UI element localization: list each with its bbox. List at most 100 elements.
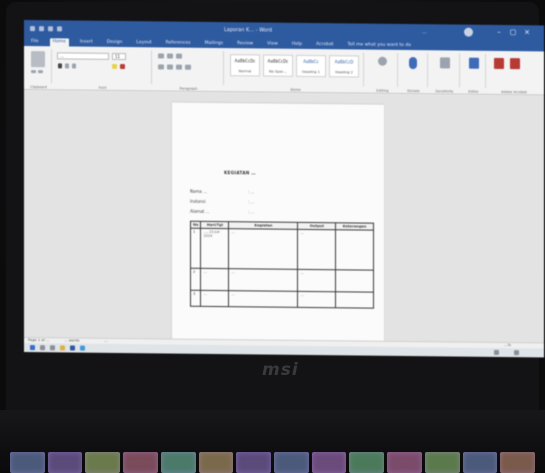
cell-note — [335, 229, 374, 271]
microphone-icon[interactable] — [409, 57, 417, 70]
share-pdf-icon[interactable] — [510, 58, 520, 70]
style-no-spacing[interactable]: AaBbCcDc No Spac… — [263, 54, 293, 77]
style-heading-2[interactable]: AaBbCcD Heading 2 — [329, 55, 359, 78]
tab-help[interactable]: Help — [289, 41, 305, 49]
field-value: : … — [248, 189, 255, 195]
cell-date: … — [200, 290, 229, 307]
cell-activity: … — [228, 290, 298, 308]
system-tray-icon[interactable] — [494, 349, 499, 355]
brand-logo: msi — [262, 360, 299, 380]
bullets-icon[interactable] — [158, 53, 164, 59]
style-name: No Spac… — [269, 69, 287, 74]
tab-design[interactable]: Design — [104, 39, 126, 47]
acrobat-group: Adobe Acrobat — [488, 54, 540, 94]
close-button[interactable]: × — [522, 28, 532, 37]
field-label: Alamat … — [190, 208, 210, 214]
table-row: 1 …, 23 Juli 2024 … … — [190, 228, 374, 271]
task-view-icon[interactable] — [50, 345, 55, 351]
photo-of-laptop: Laporan K… - Word … – ▢ × File Home Inse… — [0, 0, 545, 473]
clock-icon[interactable] — [514, 350, 519, 356]
tab-mailings[interactable]: Mailings — [202, 40, 226, 48]
tab-insert[interactable]: Insert — [77, 39, 96, 47]
keyboard-key — [236, 452, 272, 473]
cell-output: … — [297, 269, 336, 292]
keyboard-key — [160, 452, 196, 473]
document-canvas[interactable]: KEGIATAN … Nama … : … Instansi : … Alama… — [24, 91, 544, 345]
find-icon[interactable] — [378, 56, 387, 66]
maximize-button[interactable]: ▢ — [508, 28, 518, 37]
highlight-icon[interactable] — [112, 63, 117, 69]
group-label: Sensitivity — [435, 89, 454, 94]
font-color-icon[interactable] — [120, 64, 125, 70]
account-name[interactable]: … — [422, 29, 427, 35]
keyboard-key — [85, 452, 121, 473]
field-label: Nama … — [190, 188, 208, 194]
multilevel-list-icon[interactable] — [176, 53, 182, 59]
word-count[interactable]: … words — [64, 338, 79, 342]
underline-icon[interactable] — [72, 63, 76, 69]
search-icon[interactable] — [40, 345, 45, 351]
group-label: Paragraph — [179, 86, 198, 91]
file-explorer-icon[interactable] — [60, 345, 65, 351]
keyboard-key — [349, 452, 385, 473]
bold-icon[interactable] — [58, 63, 62, 69]
cell-no: 2 — [190, 268, 201, 291]
cell-note — [335, 291, 374, 309]
activity-table: No Hari/Tgl Kegiatan Output Keterangan 1… — [190, 221, 374, 309]
font-name-select[interactable]: … — [57, 52, 109, 60]
group-label: Editor — [468, 89, 479, 94]
tab-review[interactable]: Review — [234, 40, 256, 48]
keyboard-key — [387, 452, 422, 473]
word-app-icon[interactable] — [70, 345, 75, 351]
tab-view[interactable]: View — [264, 41, 281, 49]
font-size-select[interactable]: 11 — [112, 52, 126, 61]
document-title: Laporan K… - Word — [224, 27, 273, 34]
minimize-button[interactable]: – — [494, 28, 504, 37]
align-right-icon[interactable] — [176, 64, 182, 70]
save-icon[interactable] — [39, 25, 44, 31]
cell-no: 1 — [190, 228, 201, 269]
align-center-icon[interactable] — [167, 64, 173, 70]
cut-icon[interactable] — [31, 70, 36, 74]
tab-home[interactable]: Home — [49, 38, 69, 47]
language-indicator[interactable]: … — [104, 339, 108, 343]
document-page[interactable]: KEGIATAN … Nama … : … Instansi : … Alama… — [172, 102, 384, 345]
field-value: : … — [248, 209, 255, 215]
keyboard-key — [274, 452, 309, 473]
tab-layout[interactable]: Layout — [133, 39, 154, 47]
keyboard-key — [311, 452, 347, 473]
copy-icon[interactable] — [38, 70, 43, 74]
redo-icon[interactable] — [57, 25, 62, 31]
undo-icon[interactable] — [48, 25, 53, 31]
numbering-icon[interactable] — [167, 53, 173, 59]
editor-icon[interactable] — [469, 57, 479, 69]
keyboard-key — [47, 452, 83, 473]
keyboard-key — [424, 452, 460, 473]
italic-icon[interactable] — [65, 63, 69, 69]
keyboard-key — [462, 452, 498, 473]
sensitivity-icon[interactable] — [440, 57, 450, 69]
style-heading-1[interactable]: AaBbCc Heading 1 — [296, 54, 326, 78]
keyboard-key — [10, 452, 45, 473]
paragraph-group: Paragraph — [154, 50, 224, 91]
style-normal[interactable]: AaBbCcDc Normal — [230, 54, 260, 77]
justify-icon[interactable] — [185, 64, 191, 70]
styles-group: AaBbCcDc Normal AaBbCcDc No Spac… AaBbCc… — [228, 51, 364, 92]
zoom-level[interactable]: …% — [504, 343, 511, 347]
cell-activity: … — [228, 228, 298, 270]
paste-icon[interactable] — [31, 51, 45, 68]
group-label: Editing — [376, 88, 389, 93]
align-left-icon[interactable] — [158, 64, 164, 70]
keyboard-key — [198, 452, 234, 473]
create-pdf-icon[interactable] — [494, 57, 504, 70]
tab-file[interactable]: File — [28, 38, 42, 46]
tab-acrobat[interactable]: Acrobat — [313, 41, 336, 49]
field-value: : … — [248, 199, 255, 205]
start-icon[interactable] — [30, 345, 35, 351]
table-row: 3 … … … — [190, 290, 374, 309]
browser-icon[interactable] — [80, 345, 85, 351]
sensitivity-group: Sensitivity — [430, 53, 460, 93]
page-count[interactable]: Page 1 of … — [28, 338, 49, 342]
avatar[interactable] — [464, 27, 473, 37]
autosave-icon[interactable] — [30, 25, 35, 31]
